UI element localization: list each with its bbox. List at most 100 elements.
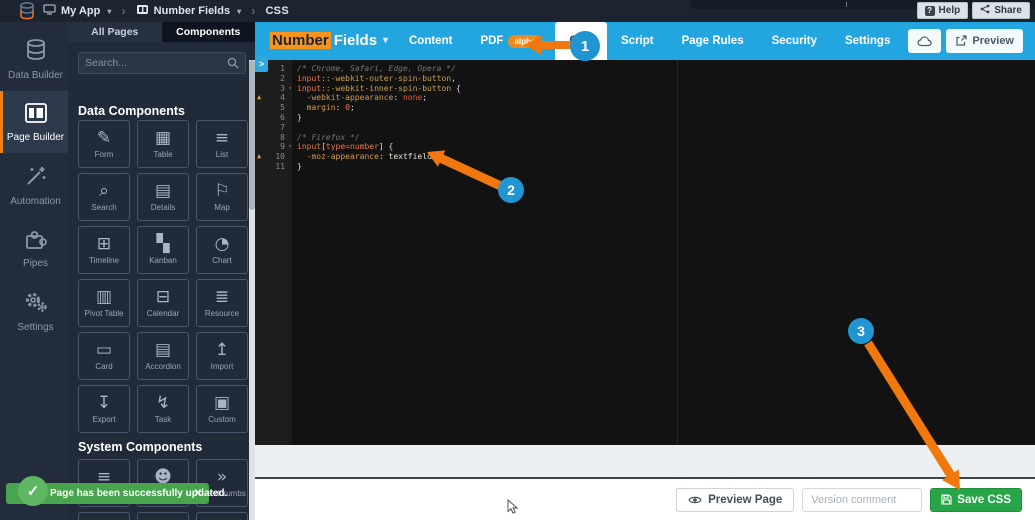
css-code-editor[interactable]: 1 2 3 ▾ ▲ 4 5 6 7 8 9 ▾ ▲ 10 11 /* Chrome, Safari, Edg… bbox=[255, 60, 1035, 445]
page-menu[interactable]: Number Fields ▾ bbox=[136, 4, 241, 18]
editor-print-margin bbox=[677, 60, 678, 445]
code-line-7[interactable] bbox=[297, 123, 1035, 133]
pie-chart-icon: ◔ bbox=[214, 234, 230, 254]
preview-button[interactable]: Preview bbox=[946, 29, 1023, 53]
code-line-10[interactable]: -moz-appearance: textfield; bbox=[297, 152, 1035, 162]
component-tile-custom[interactable]: ▣ Custom bbox=[196, 385, 248, 433]
app-menu[interactable]: My App ▾ bbox=[43, 4, 111, 18]
tab-security[interactable]: Security bbox=[758, 22, 831, 60]
step-badge-1: 1 bbox=[570, 31, 600, 61]
help-button[interactable]: ? Help bbox=[916, 2, 969, 19]
nav-item-data-builder[interactable]: Data Builder bbox=[0, 22, 68, 91]
component-tile-label: Timeline bbox=[89, 256, 119, 265]
component-tile-label: Pivot Table bbox=[84, 309, 124, 318]
component-tile-details[interactable]: ▤ Details bbox=[137, 173, 189, 221]
component-tile-label: Calendar bbox=[146, 309, 180, 318]
component-tile-list[interactable]: ≡ List bbox=[196, 120, 248, 168]
calendar-icon: ⊟ bbox=[155, 287, 171, 307]
component-tile-timeline[interactable]: ⊞ Timeline bbox=[78, 226, 130, 274]
search-icon: ⌕ bbox=[99, 181, 109, 201]
step-badge-3: 3 bbox=[848, 318, 874, 344]
component-search-input[interactable] bbox=[79, 57, 227, 69]
warning-icon: ▲ bbox=[257, 93, 262, 102]
code-line-1[interactable]: /* Chrome, Safari, Edge, Opera */ bbox=[297, 64, 1035, 74]
nav-item-automation[interactable]: Automation bbox=[0, 153, 68, 217]
top-bar: My App ▾ › Number Fields ▾ › CSS ? Help bbox=[0, 0, 1035, 22]
component-tile-label: Search bbox=[91, 203, 117, 212]
gutter-line-2: 2 bbox=[280, 73, 285, 83]
gutter-line-5: 5 bbox=[280, 103, 285, 113]
magic-wand-icon bbox=[24, 164, 48, 191]
tab-content[interactable]: Content bbox=[395, 22, 466, 60]
gutter-line-11: 11 bbox=[275, 161, 285, 171]
editor-code-area[interactable]: /* Chrome, Safari, Edge, Opera */input::… bbox=[292, 60, 1035, 445]
panel-collapse-toggle[interactable]: > bbox=[255, 56, 268, 72]
code-line-9[interactable]: input[type=number] { bbox=[297, 142, 1035, 152]
tab-pdf[interactable]: PDF alpha bbox=[466, 22, 555, 60]
component-tile-partial[interactable]: ↩ bbox=[137, 512, 189, 520]
accordion-icon: ▤ bbox=[154, 340, 172, 360]
tadabase-logo-icon[interactable] bbox=[19, 2, 35, 20]
code-line-6[interactable]: } bbox=[297, 113, 1035, 123]
component-tile-map[interactable]: ⚐ Map bbox=[196, 173, 248, 221]
form-icon: ✎ bbox=[96, 128, 112, 148]
share-button[interactable]: Share bbox=[972, 2, 1030, 19]
breadcrumb-current: CSS bbox=[265, 5, 289, 17]
save-css-button[interactable]: Save CSS bbox=[930, 487, 1022, 512]
cloud-versions-button[interactable] bbox=[908, 29, 942, 53]
success-toast: ✓ Page has been successfully updated. ✕ bbox=[6, 476, 227, 506]
components-panel: All Pages Components Data Components ✎ Fo… bbox=[68, 22, 255, 520]
page-builder-icon bbox=[24, 102, 48, 127]
nav-item-pipes[interactable]: Pipes bbox=[0, 217, 68, 279]
database-icon bbox=[24, 38, 48, 65]
component-tile-partial[interactable]: ↩ bbox=[78, 512, 130, 520]
gutter-line-3: 3 ▾ bbox=[280, 83, 292, 93]
component-tile-pivot-table[interactable]: ▥ Pivot Table bbox=[78, 279, 130, 327]
gutter-line-9: 9 ▾ bbox=[280, 142, 292, 152]
tab-page-rules[interactable]: Page Rules bbox=[668, 22, 758, 60]
toast-close-icon[interactable]: ✕ bbox=[194, 488, 202, 499]
gutter-line-7: 7 bbox=[280, 122, 285, 132]
tab-components[interactable]: Components bbox=[161, 22, 255, 42]
component-tile-table[interactable]: ▦ Table bbox=[137, 120, 189, 168]
component-tile-kanban[interactable]: ▚ Kanban bbox=[137, 226, 189, 274]
component-tile-export[interactable]: ↧ Export bbox=[78, 385, 130, 433]
component-tile-search[interactable]: ⌕ Search bbox=[78, 173, 130, 221]
component-tile-partial[interactable]: ⇥ bbox=[196, 512, 248, 520]
component-tile-resource[interactable]: ≣ Resource bbox=[196, 279, 248, 327]
cloud-upload-icon: ↥ bbox=[214, 340, 230, 360]
version-comment-input[interactable] bbox=[802, 487, 923, 512]
code-line-2[interactable]: input::-webkit-outer-spin-button, bbox=[297, 74, 1035, 84]
breadcrumb-separator-icon: › bbox=[121, 3, 126, 18]
component-tile-accordion[interactable]: ▤ Accordion bbox=[137, 332, 189, 380]
code-line-8[interactable]: /* Firefox */ bbox=[297, 133, 1035, 143]
page-header-bar: Number Fields ▾ Content PDF alpha CSS Sc… bbox=[255, 22, 1035, 60]
component-tile-import[interactable]: ↥ Import bbox=[196, 332, 248, 380]
component-tile-chart[interactable]: ◔ Chart bbox=[196, 226, 248, 274]
tab-script[interactable]: Script bbox=[607, 22, 668, 60]
tab-settings[interactable]: Settings bbox=[831, 22, 904, 60]
nav-item-page-builder[interactable]: Page Builder bbox=[0, 91, 68, 153]
component-tile-task[interactable]: ↯ Task bbox=[137, 385, 189, 433]
main-panel: Number Fields ▾ Content PDF alpha CSS Sc… bbox=[255, 22, 1035, 520]
nav-item-settings[interactable]: Settings bbox=[0, 279, 68, 343]
page-title[interactable]: Number Fields ▾ bbox=[270, 32, 388, 49]
gutter-line-10: ▲ 10 bbox=[257, 152, 285, 162]
code-line-11[interactable]: } bbox=[297, 162, 1035, 172]
component-tile-form[interactable]: ✎ Form bbox=[78, 120, 130, 168]
title-rest: Fields bbox=[333, 32, 378, 49]
component-tile-calendar[interactable]: ⊟ Calendar bbox=[137, 279, 189, 327]
component-tile-label: Resource bbox=[204, 309, 240, 318]
component-tile-label: Accordion bbox=[145, 362, 181, 371]
component-tile-label: List bbox=[215, 150, 229, 159]
code-line-3[interactable]: input::-webkit-inner-spin-button { bbox=[297, 84, 1035, 94]
table-icon: ▦ bbox=[154, 128, 172, 148]
tab-all-pages[interactable]: All Pages bbox=[68, 22, 162, 42]
code-line-5[interactable]: margin: 0; bbox=[297, 103, 1035, 113]
eye-icon bbox=[688, 496, 702, 503]
code-line-4[interactable]: -webkit-appearance: none; bbox=[297, 93, 1035, 103]
component-tile-card[interactable]: ▭ Card bbox=[78, 332, 130, 380]
timeline-icon: ⊞ bbox=[96, 234, 112, 254]
components-scrollbar[interactable] bbox=[249, 60, 255, 520]
preview-page-button[interactable]: Preview Page bbox=[676, 487, 795, 512]
